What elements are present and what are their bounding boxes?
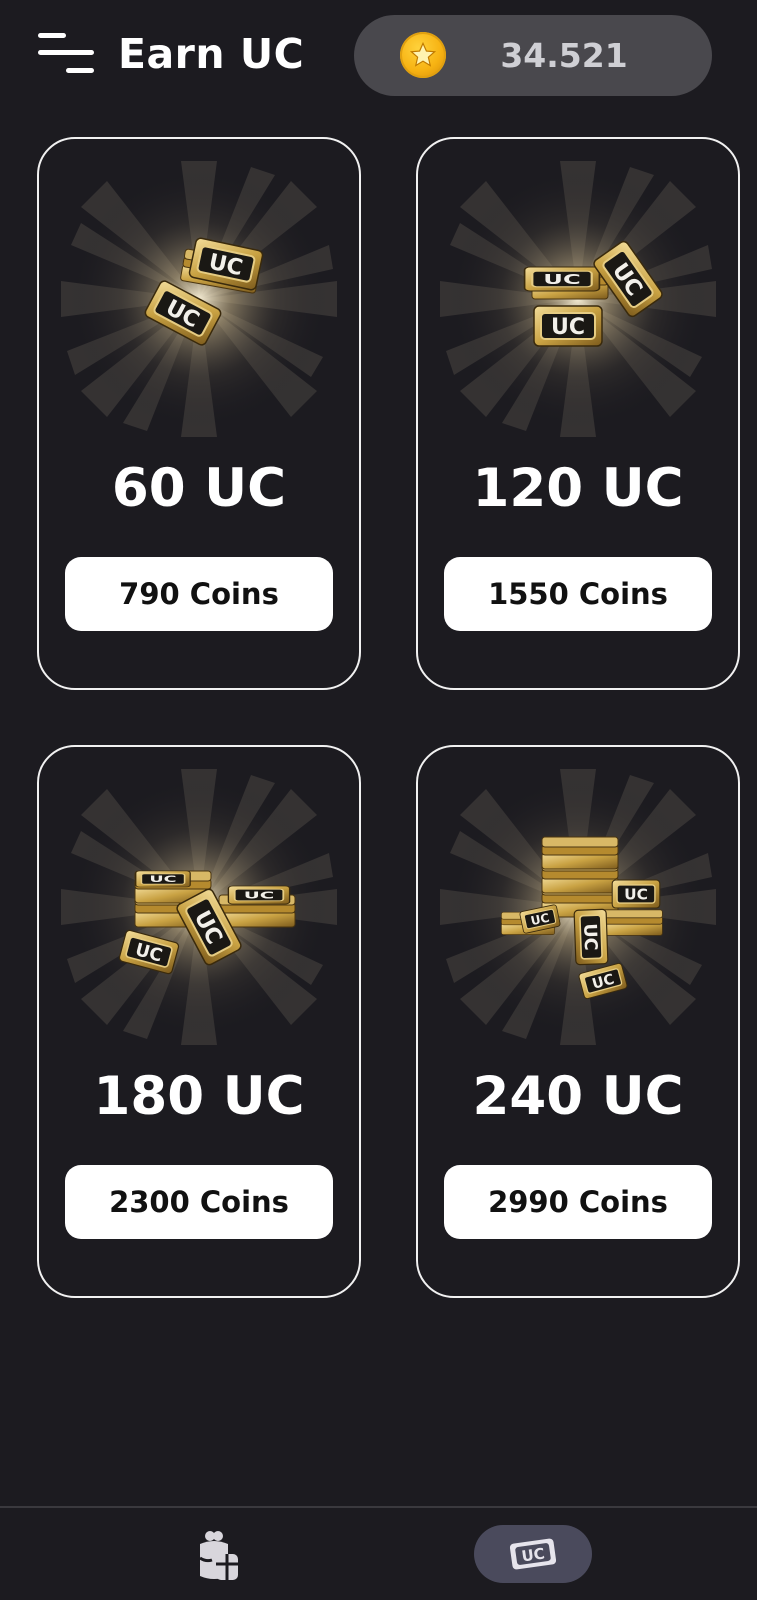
uc-ticket-icon[interactable]: UC [474,1525,592,1583]
uc-amount: 60 UC [111,458,287,519]
buy-button[interactable]: 790 Coins [65,557,333,631]
buy-button[interactable]: 2990 Coins [444,1165,712,1239]
buy-button[interactable]: 2300 Coins [65,1165,333,1239]
page-title: Earn UC [118,30,305,78]
uc-amount: 180 UC [93,1066,305,1127]
uc-tickets-box-icon [440,161,716,437]
uc-amount: 240 UC [472,1066,684,1127]
svg-text:UC: UC [520,1544,545,1565]
offer-card-60uc[interactable]: 60 UC 790 Coins [37,137,361,690]
gifts-icon[interactable] [190,1528,250,1584]
uc-amount: 120 UC [472,458,684,519]
offer-card-240uc[interactable]: 240 UC 2990 Coins [416,745,740,1298]
menu-icon[interactable] [36,30,96,78]
gold-coin-icon [400,32,446,78]
balance-value: 34.521 [500,36,628,75]
uc-tickets-pile-icon [440,769,716,1045]
uc-tickets-small-icon [61,161,337,437]
bottom-navigation: UC [0,1506,757,1600]
coin-balance[interactable]: 34.521 [354,15,712,96]
buy-button[interactable]: 1550 Coins [444,557,712,631]
app-header: Earn UC 34.521 [0,0,757,110]
offer-card-120uc[interactable]: 120 UC 1550 Coins [416,137,740,690]
uc-tickets-stack-icon [61,769,337,1045]
offer-card-180uc[interactable]: 180 UC 2300 Coins [37,745,361,1298]
